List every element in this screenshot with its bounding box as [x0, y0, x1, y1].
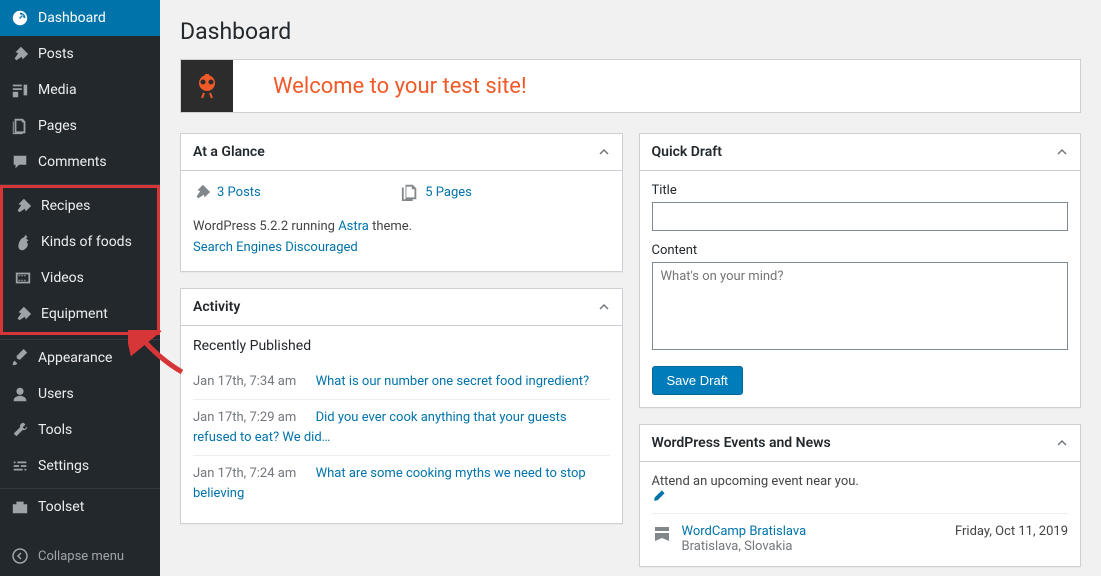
- activity-post-link[interactable]: What is our number one secret food ingre…: [316, 374, 590, 389]
- glance-pages[interactable]: 5 Pages: [401, 183, 609, 201]
- sidebar-item-label: Toolset: [38, 499, 84, 515]
- draft-content-label: Content: [652, 243, 1069, 258]
- admin-sidebar: Dashboard Posts Media Pages Comments Recipes…: [0, 0, 160, 576]
- sidebar-item-recipes[interactable]: Recipes: [3, 188, 157, 224]
- sidebar-item-equipment[interactable]: Equipment: [3, 296, 157, 332]
- event-row: WordCamp Bratislava Bratislava, Slovakia…: [652, 513, 1069, 554]
- sidebar-item-tools[interactable]: Tools: [0, 412, 160, 448]
- sidebar-item-pages[interactable]: Pages: [0, 108, 160, 144]
- draft-title-input[interactable]: [652, 202, 1069, 231]
- welcome-panel: Welcome to your test site!: [180, 59, 1081, 113]
- posts-count-link[interactable]: 3 Posts: [217, 185, 261, 200]
- sidebar-item-label: Users: [38, 386, 74, 402]
- draft-title-label: Title: [652, 183, 1069, 198]
- sidebar-item-toolset[interactable]: Toolset: [0, 489, 160, 525]
- pin-icon: [13, 196, 33, 216]
- activity-time: Jan 17th, 7:24 am: [193, 466, 296, 481]
- media-icon: [10, 80, 30, 100]
- glance-posts[interactable]: 3 Posts: [193, 183, 401, 201]
- events-attend-text: Attend an upcoming event near you.: [652, 474, 859, 489]
- pages-count-link[interactable]: 5 Pages: [425, 185, 472, 200]
- sidebar-item-label: Pages: [38, 118, 77, 134]
- toggle-up-icon[interactable]: [1056, 146, 1068, 158]
- wordcamp-icon: [652, 524, 672, 554]
- at-a-glance-panel: At a Glance 3 Posts: [180, 133, 623, 272]
- dashboard-icon: [10, 8, 30, 28]
- activity-header[interactable]: Activity: [181, 289, 622, 326]
- quick-draft-title: Quick Draft: [652, 144, 722, 160]
- toggle-up-icon[interactable]: [598, 146, 610, 158]
- page-icon: [10, 116, 30, 136]
- sidebar-item-users[interactable]: Users: [0, 376, 160, 412]
- pin-icon: [193, 183, 211, 201]
- wrench-icon: [10, 420, 30, 440]
- activity-item: Jan 17th, 7:34 am What is our number one…: [193, 364, 610, 400]
- theme-link[interactable]: Astra: [338, 219, 369, 234]
- sidebar-item-label: Videos: [41, 270, 84, 286]
- sidebar-item-comments[interactable]: Comments: [0, 144, 160, 180]
- quick-draft-panel: Quick Draft Title Content Save Draft: [639, 133, 1082, 408]
- comment-icon: [10, 152, 30, 172]
- sidebar-item-kinds-of-foods[interactable]: Kinds of foods: [3, 224, 157, 260]
- sidebar-item-label: Equipment: [41, 306, 108, 322]
- toggle-up-icon[interactable]: [598, 301, 610, 313]
- welcome-robot-icon: [181, 60, 233, 112]
- pages-icon: [401, 183, 419, 201]
- events-title: WordPress Events and News: [652, 435, 831, 451]
- sidebar-item-label: Appearance: [38, 350, 112, 366]
- activity-item: Jan 17th, 7:24 am What are some cooking …: [193, 455, 610, 511]
- recently-published-heading: Recently Published: [193, 338, 610, 354]
- save-draft-button[interactable]: Save Draft: [652, 366, 743, 395]
- events-panel: WordPress Events and News Attend an upco…: [639, 424, 1082, 567]
- video-icon: [13, 268, 33, 288]
- activity-panel: Activity Recently Published Jan 17th, 7:…: [180, 288, 623, 525]
- sidebar-item-media[interactable]: Media: [0, 72, 160, 108]
- event-name-link[interactable]: WordCamp Bratislava: [682, 524, 807, 539]
- activity-time: Jan 17th, 7:34 am: [193, 374, 296, 389]
- collapse-label: Collapse menu: [38, 549, 124, 564]
- toolset-icon: [10, 497, 30, 517]
- sidebar-item-label: Tools: [38, 422, 72, 438]
- sidebar-item-posts[interactable]: Posts: [0, 36, 160, 72]
- event-location: Bratislava, Slovakia: [682, 539, 807, 554]
- event-date: Friday, Oct 11, 2019: [955, 524, 1068, 539]
- welcome-text: Welcome to your test site!: [273, 74, 527, 99]
- search-engines-link[interactable]: Search Engines Discouraged: [193, 240, 358, 255]
- at-a-glance-header[interactable]: At a Glance: [181, 134, 622, 171]
- pin-icon: [13, 304, 33, 324]
- sidebar-item-label: Posts: [38, 46, 74, 62]
- activity-time: Jan 17th, 7:29 am: [193, 410, 296, 425]
- sidebar-item-videos[interactable]: Videos: [3, 260, 157, 296]
- page-title: Dashboard: [180, 18, 1081, 45]
- collapse-icon: [10, 546, 30, 566]
- sidebar-item-label: Kinds of foods: [41, 234, 132, 250]
- quick-draft-header[interactable]: Quick Draft: [640, 134, 1081, 171]
- sidebar-item-settings[interactable]: Settings: [0, 448, 160, 484]
- draft-content-textarea[interactable]: [652, 262, 1069, 350]
- settings-icon: [10, 456, 30, 476]
- wp-version-text: WordPress 5.2.2 running: [193, 219, 338, 234]
- activity-title: Activity: [193, 299, 240, 315]
- edit-location-icon[interactable]: [652, 489, 1069, 503]
- sidebar-item-dashboard[interactable]: Dashboard: [0, 0, 160, 36]
- sidebar-item-label: Comments: [38, 154, 107, 170]
- events-header[interactable]: WordPress Events and News: [640, 425, 1081, 462]
- sidebar-item-appearance[interactable]: Appearance: [0, 340, 160, 376]
- carrot-icon: [13, 232, 33, 252]
- at-a-glance-title: At a Glance: [193, 144, 265, 160]
- collapse-menu-button[interactable]: Collapse menu: [0, 536, 160, 576]
- sidebar-item-label: Settings: [38, 458, 89, 474]
- sidebar-item-label: Dashboard: [38, 10, 106, 26]
- pin-icon: [10, 44, 30, 64]
- sidebar-item-label: Recipes: [41, 198, 90, 214]
- activity-item: Jan 17th, 7:29 am Did you ever cook anyt…: [193, 399, 610, 455]
- toggle-up-icon[interactable]: [1056, 437, 1068, 449]
- main-content: Dashboard Welcome to your test site! At …: [160, 0, 1101, 576]
- brush-icon: [10, 348, 30, 368]
- user-icon: [10, 384, 30, 404]
- sidebar-item-label: Media: [38, 82, 77, 98]
